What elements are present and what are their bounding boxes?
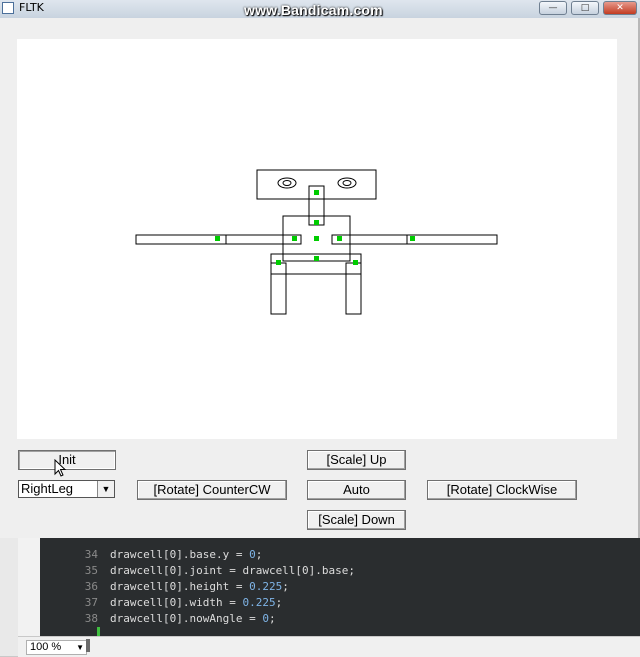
code-text: drawcell[0].width = (110, 596, 243, 609)
line-number: 34 (84, 548, 98, 561)
right-eye-inner (342, 180, 352, 186)
robot-figure (135, 169, 498, 315)
line-number: 38 (84, 612, 98, 625)
recorder-watermark: www.Bandicam.com (244, 2, 383, 18)
code-text: drawcell[0].height = (110, 580, 250, 593)
joint-marker (337, 236, 342, 241)
zoom-select[interactable]: 100 % ▼ (26, 640, 87, 655)
editor-gutter (18, 538, 40, 636)
title-bar: FLTK www.Bandicam.com — □ ✕ (0, 0, 640, 19)
left-upper-arm (135, 234, 227, 245)
drawing-canvas[interactable] (17, 39, 617, 439)
code-text: drawcell[0].joint = drawcell[0].base; (110, 564, 356, 577)
code-text: ; (282, 580, 289, 593)
joint-marker (314, 256, 319, 261)
code-text: ; (268, 612, 276, 625)
code-number: 0.225 (242, 596, 276, 609)
left-eye-inner (282, 180, 292, 186)
joint-marker (314, 220, 319, 225)
code-text: ; (255, 548, 263, 561)
line-number: 35 (84, 564, 98, 577)
close-button[interactable]: ✕ (603, 1, 637, 15)
auto-button[interactable]: Auto (307, 480, 406, 500)
app-icon (2, 2, 14, 14)
editor-statusbar: 100 % ▼ (18, 636, 640, 657)
joint-marker (353, 260, 358, 265)
left-leg (270, 262, 287, 315)
right-eye-outer (337, 177, 357, 189)
right-lower-arm (331, 234, 408, 245)
joint-marker (215, 236, 220, 241)
close-icon: ✕ (616, 3, 624, 13)
chevron-down-icon: ▼ (76, 643, 84, 652)
left-eye-outer (277, 177, 297, 189)
joint-marker (314, 190, 319, 195)
change-marker (97, 627, 100, 636)
left-lower-arm (225, 234, 302, 245)
joint-marker (410, 236, 415, 241)
maximize-icon: □ (580, 3, 590, 13)
joint-marker (276, 260, 281, 265)
zoom-value: 100 % (30, 641, 62, 653)
maximize-button[interactable]: □ (571, 1, 599, 15)
code-editor[interactable]: 34 drawcell[0].base.y = 0; 35 drawcell[0… (18, 538, 640, 636)
code-number: 0 (262, 612, 269, 625)
rotate-counterclockwise-button[interactable]: [Rotate] CounterCW (137, 480, 287, 500)
window-title: FLTK (19, 1, 44, 14)
minimize-icon: — (548, 3, 558, 13)
scale-down-button[interactable]: [Scale] Down (307, 510, 406, 530)
line-number: 37 (84, 596, 98, 609)
minimize-button[interactable]: — (539, 1, 567, 15)
code-text: drawcell[0].base.y = (110, 548, 250, 561)
horizontal-scrollbar-thumb[interactable] (86, 639, 90, 652)
rotate-clockwise-button[interactable]: [Rotate] ClockWise (427, 480, 577, 500)
part-select[interactable]: RightLeg ▼ (18, 480, 115, 498)
editor-left-margin (0, 538, 18, 656)
mouse-cursor-icon (54, 459, 67, 477)
scale-up-button[interactable]: [Scale] Up (307, 450, 406, 470)
joint-marker (292, 236, 297, 241)
code-text: ; (275, 596, 283, 609)
line-number: 36 (84, 580, 98, 593)
right-leg (345, 262, 362, 315)
right-upper-arm (406, 234, 498, 245)
joint-marker (314, 236, 319, 241)
code-number: 0 (249, 548, 256, 561)
code-text: drawcell[0].nowAngle = (110, 612, 263, 625)
dropdown-arrow-icon[interactable]: ▼ (97, 481, 114, 497)
part-select-value: RightLeg (21, 481, 74, 496)
code-number: 0.225 (249, 580, 283, 593)
